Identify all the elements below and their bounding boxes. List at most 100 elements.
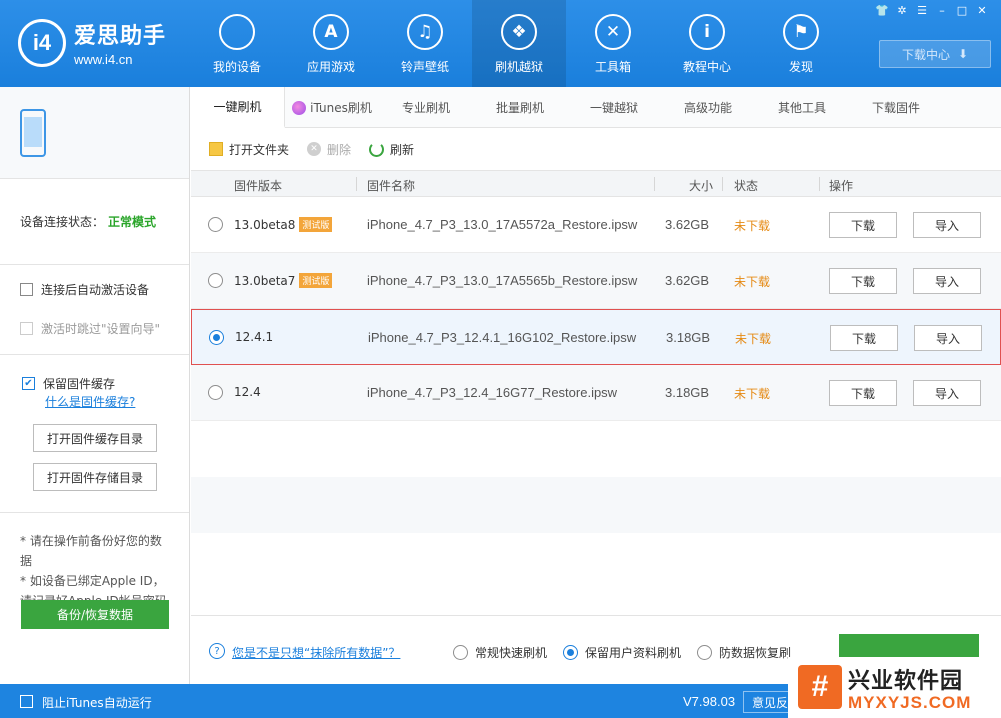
download-button[interactable]: 下载 bbox=[829, 268, 897, 294]
skip-wizard-checkbox bbox=[20, 322, 33, 335]
window-controls: 👕 ✲ ☰ – □ ✕ bbox=[875, 3, 989, 17]
maximize-icon[interactable]: □ bbox=[955, 3, 969, 17]
open-store-dir-button[interactable]: 打开固件存储目录 bbox=[33, 463, 157, 491]
header-name: 固件名称 bbox=[367, 179, 416, 193]
download-center-label: 下载中心 bbox=[901, 47, 950, 62]
keep-cache-checkbox[interactable]: ✔ bbox=[22, 377, 35, 390]
mode-normal-option[interactable]: 常规快速刷机 bbox=[453, 644, 547, 661]
mode-keep-data-radio[interactable] bbox=[563, 645, 578, 660]
tab-5[interactable]: 高级功能 bbox=[661, 87, 755, 128]
tab-1[interactable]: iTunes刷机 bbox=[285, 87, 379, 128]
connection-status: 设备连接状态： 正常模式 bbox=[0, 179, 189, 265]
table-row[interactable]: 12.4.1 iPhone_4.7_P3_12.4.1_16G102_Restor… bbox=[191, 309, 1001, 365]
import-button[interactable]: 导入 bbox=[913, 212, 981, 238]
download-button[interactable]: 下载 bbox=[829, 212, 897, 238]
download-center-button[interactable]: 下载中心 ⬇ bbox=[879, 40, 991, 68]
import-button[interactable]: 导入 bbox=[913, 268, 981, 294]
nav-item-0[interactable]: 我的设备 bbox=[190, 0, 284, 87]
menu-icon[interactable]: ☰ bbox=[915, 3, 929, 17]
tab-0[interactable]: 一键刷机 bbox=[191, 87, 285, 128]
tab-3[interactable]: 批量刷机 bbox=[473, 87, 567, 128]
header-size: 大小 bbox=[689, 179, 714, 193]
skip-wizard-label: 激活时跳过"设置向导" bbox=[41, 322, 161, 336]
tab-2[interactable]: 专业刷机 bbox=[379, 87, 473, 128]
mode-anti-recovery-label: 防数据恢复刷 bbox=[719, 646, 792, 660]
import-button[interactable]: 导入 bbox=[914, 325, 982, 351]
watermark: # 兴业软件园 MYXYJS.COM bbox=[788, 657, 1001, 718]
skip-wizard-option: 激活时跳过"设置向导" bbox=[20, 320, 169, 337]
main-content: 一键刷机 iTunes刷机 专业刷机 批量刷机 一键越狱 高级功能 其他工具 下载固件 打开文… bbox=[191, 87, 1001, 684]
nav-label: 我的设备 bbox=[212, 60, 261, 74]
firmware-size: 3.62GB bbox=[665, 273, 710, 288]
tab-label: 下载固件 bbox=[871, 101, 920, 115]
tab-label: iTunes刷机 bbox=[310, 101, 372, 115]
minimize-icon[interactable]: – bbox=[935, 3, 949, 17]
mode-keep-data-label: 保留用户资料刷机 bbox=[585, 646, 682, 660]
nav-item-3[interactable]: ❖ 刷机越狱 bbox=[472, 0, 566, 87]
download-button[interactable]: 下载 bbox=[829, 380, 897, 406]
auto-activate-checkbox[interactable] bbox=[20, 283, 33, 296]
folder-icon bbox=[209, 142, 223, 156]
mode-normal-radio[interactable] bbox=[453, 645, 468, 660]
firmware-version: 12.4.1 bbox=[235, 330, 274, 344]
delete-button[interactable]: ✕ 删除 bbox=[307, 141, 351, 158]
import-button[interactable]: 导入 bbox=[913, 380, 981, 406]
watermark-logo: # bbox=[798, 665, 842, 709]
tab-label: 一键越狱 bbox=[589, 101, 638, 115]
row-radio[interactable] bbox=[208, 273, 223, 288]
mode-keep-data-option[interactable]: 保留用户资料刷机 bbox=[563, 644, 681, 661]
nav-item-2[interactable]: ♫ 铃声壁纸 bbox=[378, 0, 472, 87]
keep-cache-option[interactable]: ✔ 保留固件缓存 bbox=[0, 375, 189, 392]
refresh-button[interactable]: 刷新 bbox=[369, 141, 414, 158]
firmware-name: iPhone_4.7_P3_12.4_16G77_Restore.ipsw bbox=[367, 385, 618, 400]
table-row[interactable]: 12.4 iPhone_4.7_P3_12.4_16G77_Restore.ips… bbox=[191, 365, 1001, 421]
connection-value: 正常模式 bbox=[108, 215, 157, 229]
nav-item-6[interactable]: ⚑ 发现 bbox=[754, 0, 848, 87]
tab-7[interactable]: 下载固件 bbox=[849, 87, 943, 128]
nav-item-1[interactable]: A 应用游戏 bbox=[284, 0, 378, 87]
gear-icon[interactable]: ✲ bbox=[895, 3, 909, 17]
block-itunes-label: 阻止iTunes自动运行 bbox=[42, 696, 152, 710]
firmware-size: 3.18GB bbox=[666, 330, 711, 345]
what-is-cache-link[interactable]: 什么是固件缓存? bbox=[45, 395, 135, 409]
delete-icon: ✕ bbox=[307, 142, 322, 156]
activation-options: 连接后自动激活设备 激活时跳过"设置向导" bbox=[0, 265, 189, 355]
firmware-name: iPhone_4.7_P3_12.4.1_16G102_Restore.ipsw bbox=[368, 330, 637, 345]
note-backup: * 请在操作前备份好您的数据 bbox=[20, 534, 162, 568]
nav-label: 刷机越狱 bbox=[494, 60, 543, 74]
row-radio[interactable] bbox=[209, 330, 224, 345]
open-cache-dir-button[interactable]: 打开固件缓存目录 bbox=[33, 424, 157, 452]
firmware-name: iPhone_4.7_P3_13.0_17A5572a_Restore.ipsw bbox=[367, 217, 638, 232]
block-itunes-checkbox[interactable] bbox=[20, 695, 33, 708]
row-radio[interactable] bbox=[208, 385, 223, 400]
nav-item-4[interactable]: ✕ 工具箱 bbox=[566, 0, 660, 87]
app-logo: i4 爱思助手 www.i4.cn bbox=[18, 18, 166, 67]
tab-4[interactable]: 一键越狱 bbox=[567, 87, 661, 128]
nav-item-5[interactable]: i 教程中心 bbox=[660, 0, 754, 87]
nav-label: 铃声壁纸 bbox=[400, 60, 449, 74]
firmware-toolbar: 打开文件夹 ✕ 删除 刷新 bbox=[191, 128, 1001, 170]
keep-cache-label: 保留固件缓存 bbox=[43, 377, 116, 391]
mode-anti-recovery-radio[interactable] bbox=[697, 645, 712, 660]
tab-6[interactable]: 其他工具 bbox=[755, 87, 849, 128]
firmware-status: 未下载 bbox=[734, 219, 771, 233]
watermark-name: 兴业软件园 bbox=[848, 669, 964, 694]
info-icon: i bbox=[689, 14, 725, 50]
open-folder-button[interactable]: 打开文件夹 bbox=[209, 141, 289, 158]
table-row[interactable]: 13.0beta8 测试版 iPhone_4.7_P3_13.0_17A5572a_… bbox=[191, 197, 1001, 253]
auto-activate-option[interactable]: 连接后自动激活设备 bbox=[20, 281, 169, 298]
itunes-icon bbox=[292, 100, 307, 115]
download-button[interactable]: 下载 bbox=[830, 325, 898, 351]
table-row[interactable]: 13.0beta7 测试版 iPhone_4.7_P3_13.0_17A5565b_… bbox=[191, 253, 1001, 309]
close-icon[interactable]: ✕ bbox=[975, 3, 989, 17]
tab-label: 批量刷机 bbox=[495, 101, 544, 115]
mode-anti-recovery-option[interactable]: 防数据恢复刷 bbox=[697, 644, 791, 661]
skin-icon[interactable]: 👕 bbox=[875, 3, 889, 17]
row-radio[interactable] bbox=[208, 217, 223, 232]
nav-label: 工具箱 bbox=[594, 60, 631, 74]
firmware-cache-options: ✔ 保留固件缓存 什么是固件缓存? 打开固件缓存目录 打开固件存储目录 bbox=[0, 355, 189, 513]
app-version: V7.98.03 bbox=[683, 694, 736, 709]
erase-all-link[interactable]: 您是不是只想“抹除所有数据”？ bbox=[232, 644, 400, 661]
backup-restore-button[interactable]: 备份/恢复数据 bbox=[21, 600, 169, 629]
download-icon: ⬇ bbox=[957, 47, 969, 61]
